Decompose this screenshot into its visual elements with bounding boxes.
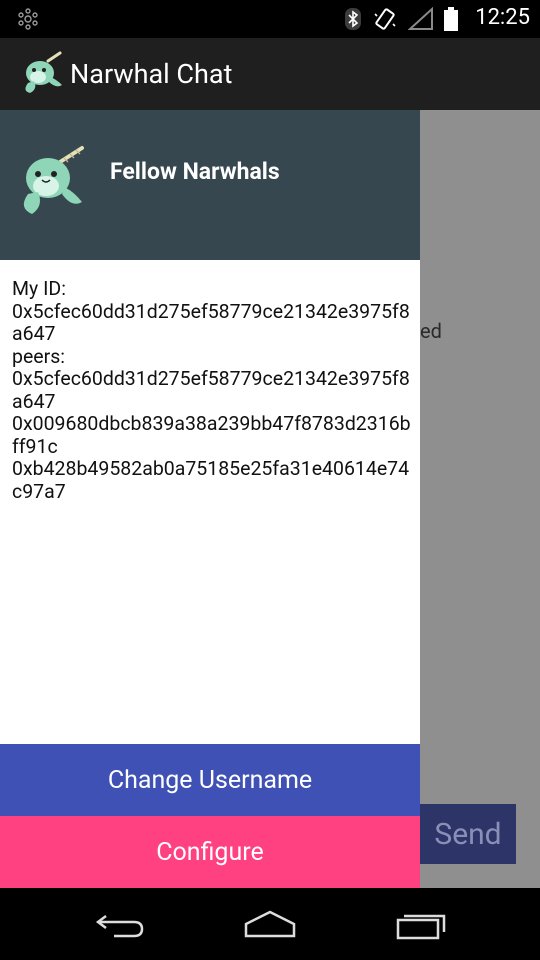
my-id-label: My ID: <box>12 277 66 300</box>
my-id-value: 0x5cfec60dd31d275ef58779ce21342e3975f8a6… <box>12 299 410 345</box>
app-notification-icon <box>18 8 38 30</box>
back-icon[interactable] <box>92 908 148 940</box>
drawer-header: Fellow Narwhals <box>0 110 420 260</box>
system-navigation-bar <box>0 888 540 960</box>
peer-id: 0x009680dbcb839a38a239bb47f8783d2316bff9… <box>12 412 411 458</box>
message-text-fragment: ed <box>420 319 442 343</box>
narwhal-logo-icon[interactable] <box>18 51 64 97</box>
peers-label: peers: <box>12 344 66 368</box>
navigation-drawer: Fellow Narwhals My ID: 0x5cfec60dd31d275… <box>0 110 420 888</box>
app-bar: Narwhal Chat <box>0 38 540 110</box>
peer-info: My ID: 0x5cfec60dd31d275ef58779ce21342e3… <box>12 277 412 503</box>
recent-apps-icon[interactable] <box>394 908 450 940</box>
peer-id: 0xb428b49582ab0a75185e25fa31e40614e74c97… <box>12 457 410 503</box>
home-icon[interactable] <box>242 908 298 940</box>
status-bar: 12:25 <box>0 0 540 38</box>
battery-icon <box>444 7 458 31</box>
vibrate-icon <box>374 8 396 30</box>
signal-icon <box>408 7 433 30</box>
configure-button[interactable]: Configure <box>0 816 420 888</box>
drawer-header-title: Fellow Narwhals <box>110 158 280 185</box>
bluetooth-icon <box>345 8 361 30</box>
clock: 12:25 <box>475 5 530 30</box>
send-button[interactable]: Send <box>420 804 516 864</box>
change-username-button[interactable]: Change Username <box>0 744 420 816</box>
peer-id: 0x5cfec60dd31d275ef58779ce21342e3975f8a6… <box>12 367 410 413</box>
narwhal-avatar-icon <box>23 146 84 214</box>
app-title: Narwhal Chat <box>70 58 233 90</box>
